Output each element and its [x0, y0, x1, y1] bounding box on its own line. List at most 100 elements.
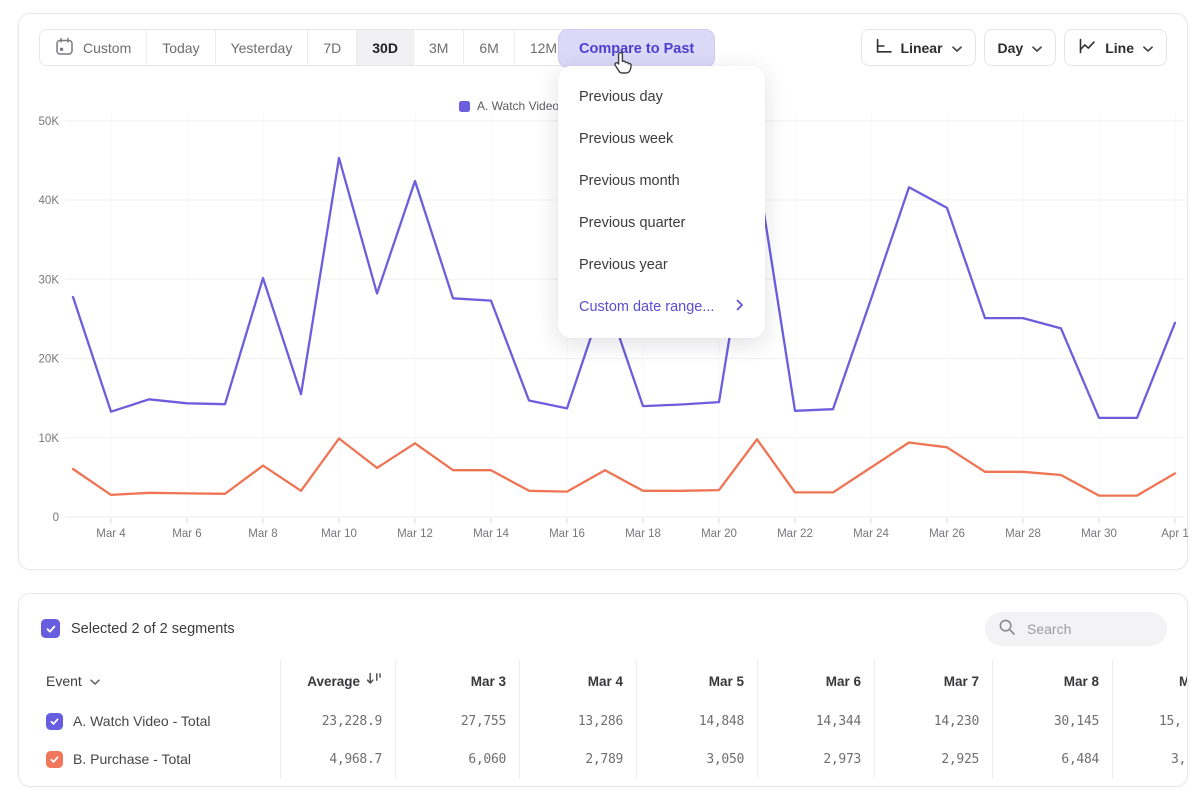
- range-option-30d[interactable]: 30D: [357, 30, 414, 65]
- date-column-label: Mar 4: [588, 674, 623, 689]
- segments-card: Selected 2 of 2 segments EventAverage Mar…: [18, 593, 1188, 787]
- cell-value: 14,848: [699, 714, 744, 729]
- chevron-down-icon: [1143, 40, 1153, 56]
- cell-value: 13,286: [578, 714, 623, 729]
- cell-value: 6,060: [468, 752, 506, 767]
- range-option-label: 30D: [372, 40, 398, 56]
- clipped-cell-value: 15,: [1159, 702, 1182, 740]
- range-option-label: 3M: [429, 40, 448, 56]
- menu-item-label: Previous quarter: [579, 215, 685, 231]
- value-cell: 2,925: [875, 740, 993, 778]
- range-option-7d[interactable]: 7D: [308, 30, 357, 65]
- column-header-event[interactable]: Event: [39, 660, 281, 702]
- legend-item-a-watch-video[interactable]: A. Watch Video: [459, 99, 559, 113]
- legend-label: A. Watch Video: [477, 99, 559, 113]
- search-input[interactable]: [1025, 620, 1154, 638]
- range-option-label: 6M: [479, 40, 498, 56]
- menu-item-previous-year[interactable]: Previous year: [558, 244, 765, 286]
- menu-item-label: Previous day: [579, 89, 663, 105]
- x-axis-label: Mar 14: [473, 528, 509, 540]
- date-column-label: Mar 8: [1064, 674, 1099, 689]
- segments-table: EventAverage Mar 3 Mar 4 Mar 5 Mar 6 Mar 7 Mar…: [39, 660, 1188, 778]
- cell-value: 14,344: [816, 714, 861, 729]
- value-cell: 2,973: [758, 740, 875, 778]
- average-value: 4,968.7: [329, 752, 382, 767]
- segments-search: [985, 612, 1167, 646]
- range-option-label: 7D: [323, 40, 341, 56]
- range-option-yesterday[interactable]: Yesterday: [216, 30, 309, 65]
- range-option-today[interactable]: Today: [147, 30, 215, 65]
- x-axis-label: Mar 6: [172, 528, 201, 540]
- menu-item-previous-quarter[interactable]: Previous quarter: [558, 202, 765, 244]
- menu-item-label: Custom date range...: [579, 299, 714, 315]
- range-option-label: 12M: [530, 40, 557, 56]
- x-axis-label: Mar 26: [929, 528, 965, 540]
- range-option-label: Yesterday: [231, 40, 293, 56]
- column-header-average[interactable]: Average: [281, 660, 396, 702]
- table-row: A. Watch Video - Total23,228.927,75513,2…: [39, 702, 1188, 740]
- date-column-label: Mar 5: [709, 674, 744, 689]
- compare-to-past-button[interactable]: Compare to Past: [558, 29, 715, 68]
- menu-item-previous-week[interactable]: Previous week: [558, 118, 765, 160]
- x-axis-label: Apr 1: [1161, 528, 1189, 540]
- checkmark-icon: [45, 623, 57, 635]
- date-column-label: Mar 6: [826, 674, 861, 689]
- cell-value: 3,050: [706, 752, 744, 767]
- value-cell: 14,230: [875, 702, 993, 740]
- menu-item-custom-date-range[interactable]: Custom date range...: [558, 286, 765, 328]
- scale-select-button[interactable]: Linear: [861, 29, 976, 66]
- range-option-custom[interactable]: Custom: [40, 30, 147, 65]
- cell-value: 2,973: [823, 752, 861, 767]
- segment-checkbox[interactable]: [46, 713, 63, 730]
- column-header-mar-7: Mar 7: [875, 660, 993, 702]
- x-axis-label: Mar 24: [853, 528, 889, 540]
- value-cell: 6,060: [396, 740, 520, 778]
- y-axis-label: 0: [53, 512, 59, 524]
- column-header-mar-8: Mar 8: [993, 660, 1113, 702]
- chart-card: 010K20K30K40K50KMar 4Mar 6Mar 8Mar 10Mar…: [18, 13, 1188, 570]
- value-cell: 2,789: [520, 740, 637, 778]
- x-axis-label: Mar 30: [1081, 528, 1117, 540]
- calendar-icon: [55, 37, 74, 59]
- cell-value: 30,145: [1054, 714, 1099, 729]
- cell-value: 2,789: [585, 752, 623, 767]
- column-header-mar-6: Mar 6: [758, 660, 875, 702]
- value-cell: 13,286: [520, 702, 637, 740]
- series-line-b-purchase: [73, 439, 1175, 496]
- menu-item-label: Previous month: [579, 173, 680, 189]
- range-option-6m[interactable]: 6M: [464, 30, 514, 65]
- average-cell: 4,968.7: [281, 740, 396, 778]
- y-axis-label: 10K: [39, 433, 60, 445]
- x-axis-label: Mar 20: [701, 528, 737, 540]
- x-axis-label: Mar 4: [96, 528, 126, 540]
- segment-checkbox[interactable]: [46, 751, 63, 768]
- x-axis-label: Mar 22: [777, 528, 813, 540]
- menu-item-label: Previous week: [579, 131, 673, 147]
- date-column-label: Mar 3: [471, 674, 506, 689]
- chevron-down-icon: [952, 40, 962, 56]
- chevron-down-icon: [1032, 40, 1042, 56]
- selected-segments-label: Selected 2 of 2 segments: [71, 621, 235, 637]
- legend-swatch: [459, 101, 470, 112]
- column-header-mar-3: Mar 3: [396, 660, 520, 702]
- range-option-3m[interactable]: 3M: [414, 30, 464, 65]
- chevron-right-icon: [736, 299, 744, 315]
- range-option-label: Today: [162, 40, 199, 56]
- cell-value: 14,230: [934, 714, 979, 729]
- chevron-down-icon: [90, 673, 100, 689]
- event-cell: B. Purchase - Total: [39, 740, 281, 778]
- chart-display-controls: Linear Day Line: [861, 29, 1167, 66]
- menu-item-previous-month[interactable]: Previous month: [558, 160, 765, 202]
- value-cell: 27,755: [396, 702, 520, 740]
- date-range-segmented-control: Custom Today Yesterday 7D 30D 3M 6M 12M: [39, 29, 573, 66]
- average-value: 23,228.9: [322, 714, 382, 729]
- chart-type-select-button[interactable]: Line: [1064, 29, 1167, 66]
- value-cell: 30,145: [993, 702, 1113, 740]
- x-axis-label: Mar 16: [549, 528, 585, 540]
- interval-select-button[interactable]: Day: [984, 29, 1057, 66]
- select-all-segments-checkbox[interactable]: [41, 619, 60, 638]
- line-chart-icon: [1078, 38, 1096, 57]
- y-axis-label: 20K: [39, 354, 60, 366]
- menu-item-previous-day[interactable]: Previous day: [558, 76, 765, 118]
- y-axis-label: 30K: [39, 274, 60, 286]
